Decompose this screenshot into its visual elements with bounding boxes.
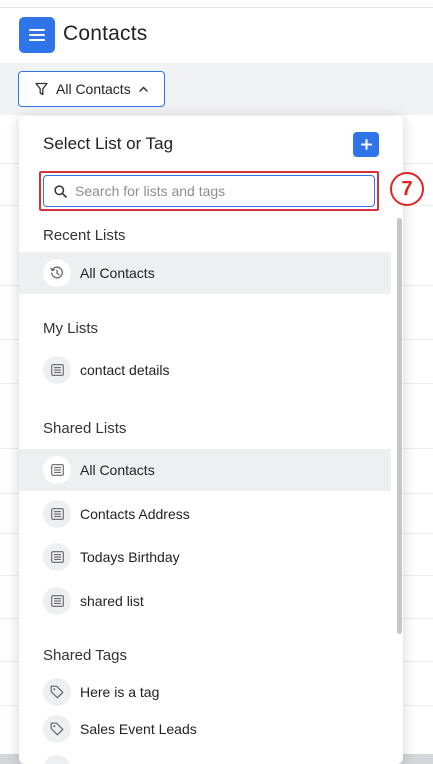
list-filter-button[interactable]: All Contacts [18,71,165,107]
section-heading-shared-lists: Shared Lists [43,420,127,437]
list-icon [43,587,71,615]
item-label: contact details [80,362,170,378]
toolbar: All Contacts [0,63,433,115]
chevron-up-icon [138,86,148,92]
section-heading-shared-tags: Shared Tags [43,647,127,664]
search-input[interactable] [75,183,355,199]
search-field[interactable] [43,175,375,207]
shared-list-item-shared-list[interactable]: shared list [19,580,391,622]
section-heading-recent-lists: Recent Lists [43,227,126,244]
item-label: Todays Birthday [80,549,180,565]
add-list-button[interactable] [353,132,379,157]
shared-list-item-todays-birthday[interactable]: Todays Birthday [19,536,391,578]
list-tag-dropdown: Select List or Tag Recent Lists All Cont… [19,116,403,764]
shared-list-item-all-contacts[interactable]: All Contacts [19,449,391,491]
search-icon [54,184,67,198]
item-label: Sales Event Leads [80,721,197,737]
shared-list-item-contacts-address[interactable]: Contacts Address [19,493,391,535]
shared-tag-item-partial[interactable] [19,748,391,764]
dropdown-scrollbar-thumb[interactable] [397,218,402,634]
my-list-item-contact-details[interactable]: contact details [19,349,391,391]
item-label: shared list [80,593,144,609]
item-label: Contacts Address [80,506,190,522]
item-label: All Contacts [80,265,155,281]
recent-list-item-all-contacts[interactable]: All Contacts [19,252,391,294]
list-icon [43,356,71,384]
shared-tag-item-here-is-a-tag[interactable]: Here is a tag [19,671,391,713]
top-strip [0,0,433,8]
history-icon [43,259,71,287]
page-title: Contacts [63,22,148,45]
filter-icon [35,82,48,96]
item-label: Here is a tag [80,684,160,700]
list-icon [43,500,71,528]
plus-icon [360,139,372,150]
page-header: Contacts [0,8,433,63]
item-label: All Contacts [80,462,155,478]
hamburger-menu-icon [29,29,45,41]
shared-tag-item-sales-event-leads[interactable]: Sales Event Leads [19,708,391,750]
tag-icon [43,715,71,743]
list-icon [43,456,71,484]
menu-button[interactable] [19,17,55,53]
list-icon [43,543,71,571]
step-number-badge: 7 [390,172,424,206]
tag-icon [43,755,71,764]
tag-icon [43,678,71,706]
filter-label: All Contacts [56,81,131,97]
dropdown-title: Select List or Tag [43,134,174,153]
section-heading-my-lists: My Lists [43,320,99,337]
